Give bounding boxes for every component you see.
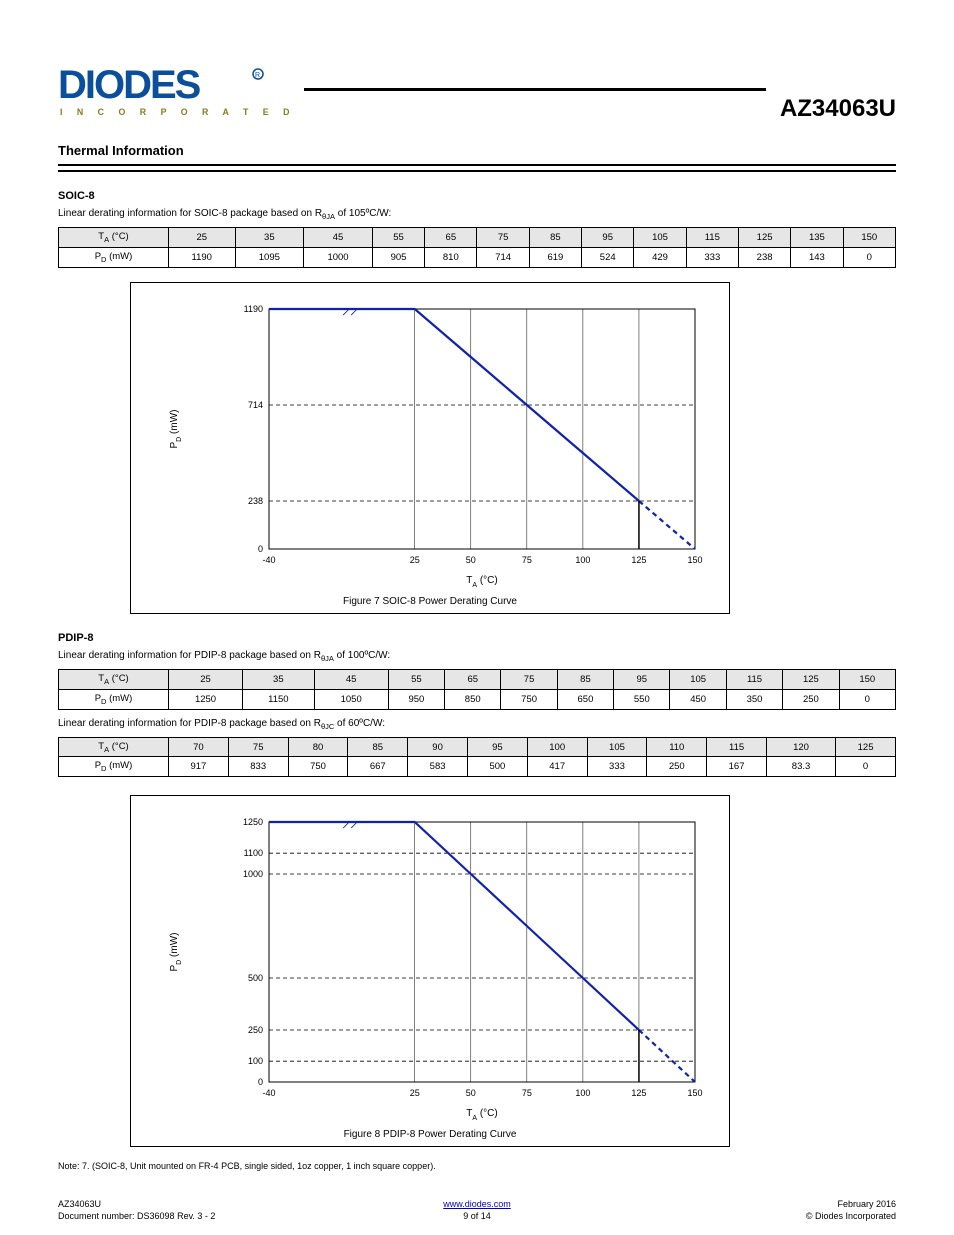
svg-text:75: 75 (522, 555, 532, 565)
svg-text:75: 75 (522, 1088, 532, 1098)
figure7-caption: Figure 7 SOIC-8 Power Derating Curve (149, 596, 711, 607)
table-pdip8-a: TA (°C)2535455565758595105115125150PD (m… (58, 669, 896, 710)
header-rule (304, 88, 766, 91)
svg-text:50: 50 (466, 555, 476, 565)
svg-text:125: 125 (631, 555, 646, 565)
svg-text:1000: 1000 (243, 869, 263, 879)
svg-text:150: 150 (687, 555, 702, 565)
svg-text:1100: 1100 (244, 849, 263, 859)
svg-text:125: 125 (631, 1088, 646, 1098)
svg-text:150: 150 (687, 1088, 702, 1098)
svg-text:50: 50 (466, 1088, 476, 1098)
pdip8-intro-a: Linear derating information for PDIP-8 p… (58, 650, 896, 663)
svg-text:⸝⸝: ⸝⸝ (342, 301, 358, 318)
soic8-intro: Linear derating information for SOIC-8 p… (58, 208, 896, 221)
page-header: DIODES R I N C O R P O R A T E D AZ34063… (58, 60, 896, 123)
figure-8-derating-curve: -40 25 50 75 100 125 150 0 100 250 500 1000 1100 1250… (130, 795, 730, 1147)
svg-text:100: 100 (248, 1057, 263, 1067)
svg-text:0: 0 (258, 544, 263, 554)
note-7: Note: 7. (SOIC-8, Unit mounted on FR-4 P… (58, 1161, 896, 1171)
svg-text:⸝⸝: ⸝⸝ (342, 814, 358, 831)
svg-text:1190: 1190 (244, 304, 263, 314)
footer-copyright: © Diodes Incorporated (806, 1211, 896, 1221)
svg-text:100: 100 (575, 1088, 590, 1098)
svg-text:714: 714 (248, 400, 263, 410)
table-soic8: TA (°C)2535455565758595105115125135150PD… (58, 227, 896, 268)
svg-text:I N C O R P O R A T E D: I N C O R P O R A T E D (60, 107, 290, 117)
divider (58, 164, 896, 166)
svg-text:TA (°C): TA (°C) (466, 575, 497, 589)
table-pdip8-b: TA (°C)707580859095100105110115120125PD … (58, 737, 896, 778)
figure-7-derating-curve: -40 25 50 75 100 125 150 0 238 714 1190 ⸝⸝ PD (mW) TA… (130, 282, 730, 614)
svg-text:PD (mW): PD (mW) (169, 933, 183, 972)
footer-date: February 2016 (837, 1199, 896, 1209)
subhead-pdip8: PDIP-8 (58, 632, 896, 644)
svg-text:-40: -40 (262, 555, 275, 565)
svg-text:TA (°C): TA (°C) (466, 1108, 497, 1122)
footer-url[interactable]: www.diodes.com (443, 1199, 511, 1209)
subhead-soic8: SOIC-8 (58, 190, 896, 202)
svg-text:R: R (255, 72, 260, 79)
svg-text:1250: 1250 (243, 817, 263, 827)
svg-text:0: 0 (258, 1077, 263, 1087)
company-logo: DIODES R I N C O R P O R A T E D (58, 60, 290, 123)
svg-text:100: 100 (575, 555, 590, 565)
footer-page: 9 of 14 (58, 1211, 896, 1221)
svg-text:PD (mW): PD (mW) (169, 409, 183, 448)
svg-text:238: 238 (248, 496, 263, 506)
figure8-caption: Figure 8 PDIP-8 Power Derating Curve (149, 1129, 711, 1140)
svg-text:250: 250 (248, 1025, 263, 1035)
svg-text:500: 500 (248, 973, 263, 983)
part-number: AZ34063U (780, 95, 896, 123)
svg-text:DIODES: DIODES (58, 63, 201, 107)
divider (58, 170, 896, 172)
svg-text:25: 25 (410, 555, 420, 565)
svg-text:-40: -40 (262, 1088, 275, 1098)
svg-text:25: 25 (410, 1088, 420, 1098)
section-title: Thermal Information (58, 143, 896, 158)
pdip8-intro-b: Linear derating information for PDIP-8 p… (58, 718, 896, 731)
